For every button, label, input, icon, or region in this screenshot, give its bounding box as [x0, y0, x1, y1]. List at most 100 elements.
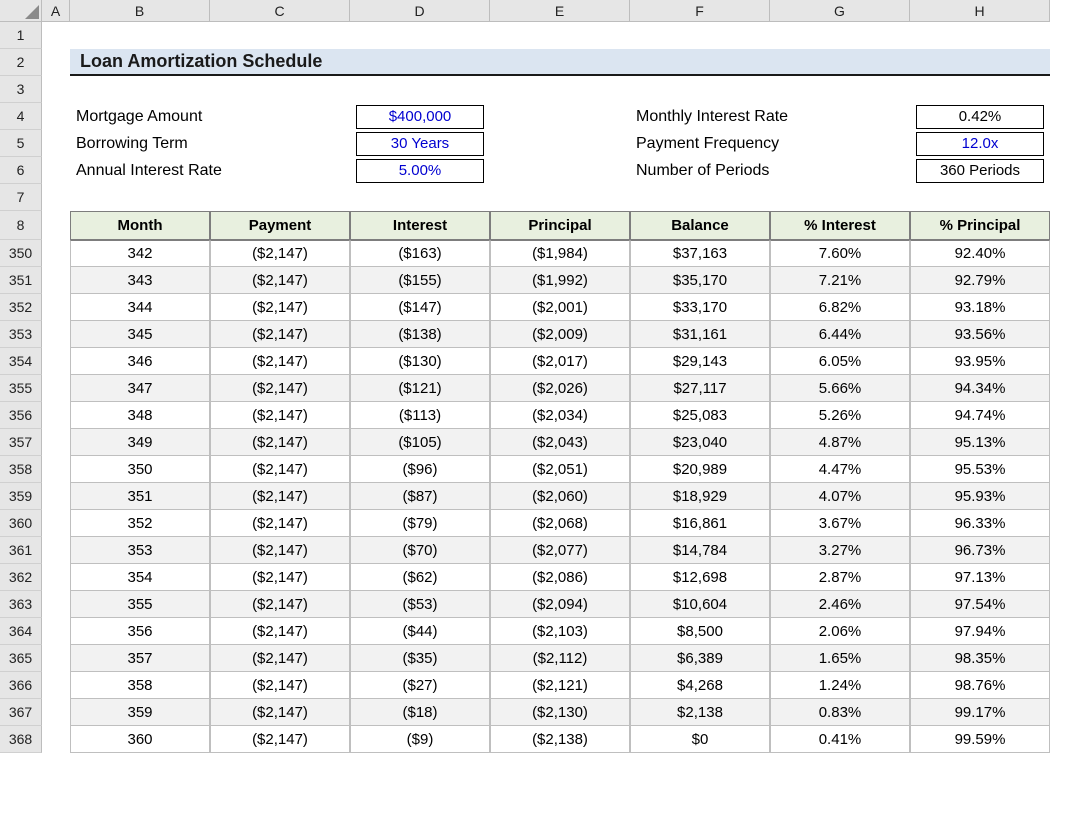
table-header[interactable]: % Interest [770, 211, 910, 240]
table-cell[interactable]: ($2,147) [210, 321, 350, 348]
table-cell[interactable]: 352 [70, 510, 210, 537]
table-cell[interactable]: ($2,034) [490, 402, 630, 429]
table-cell[interactable]: ($2,026) [490, 375, 630, 402]
table-header[interactable]: Interest [350, 211, 490, 240]
table-cell[interactable]: ($113) [350, 402, 490, 429]
cell[interactable] [70, 76, 210, 103]
table-cell[interactable]: ($2,043) [490, 429, 630, 456]
table-cell[interactable]: ($2,147) [210, 564, 350, 591]
table-cell[interactable]: ($2,147) [210, 726, 350, 753]
table-cell[interactable]: 92.40% [910, 240, 1050, 267]
cell[interactable]: $400,000 [350, 103, 490, 130]
cell[interactable] [42, 510, 70, 537]
cell[interactable]: 12.0x [910, 130, 1050, 157]
table-cell[interactable]: ($2,001) [490, 294, 630, 321]
cell[interactable] [210, 76, 350, 103]
cell[interactable] [770, 22, 910, 49]
table-cell[interactable]: 5.66% [770, 375, 910, 402]
table-cell[interactable]: 4.87% [770, 429, 910, 456]
table-cell[interactable]: 97.54% [910, 591, 1050, 618]
table-header[interactable]: % Principal [910, 211, 1050, 240]
cell[interactable] [42, 726, 70, 753]
table-cell[interactable]: $14,784 [630, 537, 770, 564]
row-header[interactable]: 363 [0, 591, 42, 618]
table-cell[interactable]: ($2,147) [210, 672, 350, 699]
row-header[interactable]: 361 [0, 537, 42, 564]
cell[interactable]: 5.00% [350, 157, 490, 184]
row-header[interactable]: 356 [0, 402, 42, 429]
select-all-corner[interactable] [0, 0, 42, 22]
table-cell[interactable]: ($2,147) [210, 402, 350, 429]
cell[interactable] [630, 22, 770, 49]
table-cell[interactable]: 7.21% [770, 267, 910, 294]
table-cell[interactable]: 353 [70, 537, 210, 564]
row-header[interactable]: 6 [0, 157, 42, 184]
table-cell[interactable]: ($2,147) [210, 618, 350, 645]
table-cell[interactable]: ($9) [350, 726, 490, 753]
table-cell[interactable]: 4.07% [770, 483, 910, 510]
cell[interactable] [42, 564, 70, 591]
cell[interactable] [42, 672, 70, 699]
table-cell[interactable]: ($2,112) [490, 645, 630, 672]
cell[interactable] [490, 76, 630, 103]
table-cell[interactable]: 2.06% [770, 618, 910, 645]
table-cell[interactable]: $23,040 [630, 429, 770, 456]
table-cell[interactable]: ($62) [350, 564, 490, 591]
row-header[interactable]: 362 [0, 564, 42, 591]
cell[interactable] [630, 76, 770, 103]
table-cell[interactable]: ($2,060) [490, 483, 630, 510]
cell[interactable] [42, 429, 70, 456]
table-cell[interactable]: $27,117 [630, 375, 770, 402]
table-cell[interactable]: 347 [70, 375, 210, 402]
table-header[interactable]: Balance [630, 211, 770, 240]
row-header[interactable]: 357 [0, 429, 42, 456]
table-cell[interactable]: $29,143 [630, 348, 770, 375]
table-cell[interactable]: $6,389 [630, 645, 770, 672]
row-header[interactable]: 366 [0, 672, 42, 699]
table-cell[interactable]: ($2,009) [490, 321, 630, 348]
table-cell[interactable]: ($105) [350, 429, 490, 456]
cell[interactable] [42, 49, 70, 76]
table-cell[interactable]: 0.83% [770, 699, 910, 726]
table-cell[interactable]: ($2,147) [210, 294, 350, 321]
table-cell[interactable]: 360 [70, 726, 210, 753]
cell[interactable] [210, 184, 350, 211]
table-cell[interactable]: 5.26% [770, 402, 910, 429]
table-cell[interactable]: ($2,086) [490, 564, 630, 591]
input-value[interactable]: 12.0x [916, 132, 1044, 156]
table-cell[interactable]: 6.44% [770, 321, 910, 348]
table-cell[interactable]: ($35) [350, 645, 490, 672]
cell[interactable] [42, 267, 70, 294]
table-cell[interactable]: ($18) [350, 699, 490, 726]
cell[interactable] [910, 184, 1050, 211]
table-cell[interactable]: 4.47% [770, 456, 910, 483]
row-header[interactable]: 1 [0, 22, 42, 49]
table-header[interactable]: Month [70, 211, 210, 240]
table-cell[interactable]: 343 [70, 267, 210, 294]
table-cell[interactable]: $4,268 [630, 672, 770, 699]
table-cell[interactable]: 356 [70, 618, 210, 645]
table-cell[interactable]: 93.18% [910, 294, 1050, 321]
row-header[interactable]: 365 [0, 645, 42, 672]
table-cell[interactable]: 345 [70, 321, 210, 348]
cell[interactable] [42, 618, 70, 645]
cell[interactable] [42, 157, 70, 184]
table-cell[interactable]: ($2,147) [210, 699, 350, 726]
table-cell[interactable]: ($2,121) [490, 672, 630, 699]
cell[interactable] [42, 699, 70, 726]
table-cell[interactable]: ($2,077) [490, 537, 630, 564]
row-header[interactable]: 355 [0, 375, 42, 402]
cell[interactable] [42, 130, 70, 157]
cell[interactable] [770, 130, 910, 157]
table-cell[interactable]: 95.13% [910, 429, 1050, 456]
table-cell[interactable]: 0.41% [770, 726, 910, 753]
cell[interactable] [350, 184, 490, 211]
table-cell[interactable]: 357 [70, 645, 210, 672]
table-cell[interactable]: ($2,147) [210, 267, 350, 294]
table-cell[interactable]: 348 [70, 402, 210, 429]
table-cell[interactable]: ($2,147) [210, 537, 350, 564]
table-cell[interactable]: 3.67% [770, 510, 910, 537]
row-header[interactable]: 358 [0, 456, 42, 483]
table-cell[interactable]: ($155) [350, 267, 490, 294]
table-cell[interactable]: 2.46% [770, 591, 910, 618]
